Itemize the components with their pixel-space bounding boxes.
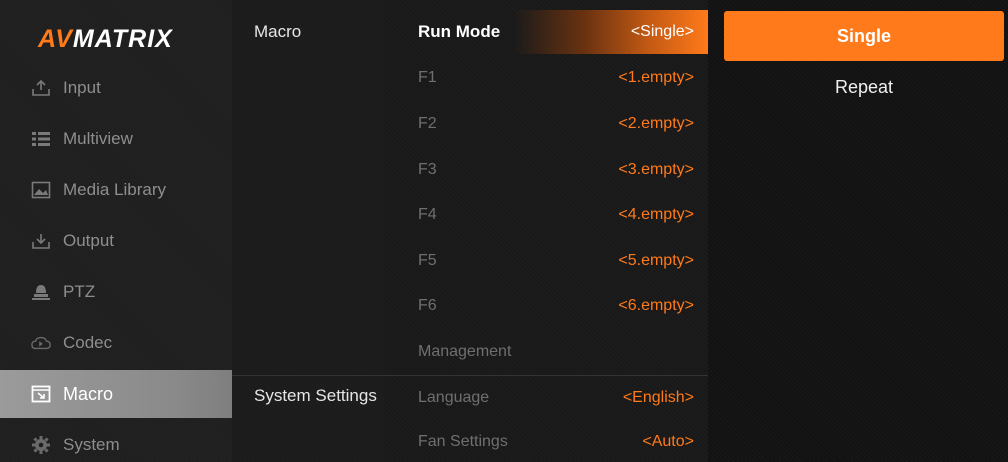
setting-name: F2 (418, 115, 437, 132)
setting-name: F4 (418, 206, 437, 223)
setting-management[interactable]: Management (384, 330, 708, 374)
category-system-settings[interactable]: System Settings (254, 386, 377, 406)
logo-av: AV (38, 24, 73, 53)
sidebar-item-label: Multiview (63, 129, 133, 148)
setting-value: <6.empty> (618, 297, 694, 314)
sidebar-item-ptz[interactable]: PTZ (0, 268, 232, 316)
macro-icon (31, 384, 51, 404)
sidebar-item-label: Codec (63, 333, 113, 352)
setting-value: <3.empty> (618, 161, 694, 178)
setting-name: Management (418, 343, 512, 360)
setting-name: F6 (418, 297, 437, 314)
setting-f1[interactable]: F1 <1.empty> (384, 56, 708, 100)
sidebar-item-media-library[interactable]: Media Library (0, 166, 232, 214)
setting-value: <5.empty> (618, 252, 694, 269)
setting-f3[interactable]: F3 <3.empty> (384, 148, 708, 192)
setting-value: <2.empty> (618, 115, 694, 132)
sidebar-item-label: PTZ (63, 282, 96, 301)
setting-name: F1 (418, 69, 437, 86)
setting-value: <Auto> (642, 433, 694, 450)
sidebar-item-label: System (63, 435, 120, 454)
list-icon (31, 129, 51, 149)
setting-name: F3 (418, 161, 437, 178)
sidebar-item-input[interactable]: Input (0, 64, 232, 112)
camera-icon (31, 282, 51, 302)
setting-f2[interactable]: F2 <2.empty> (384, 102, 708, 146)
setting-value: <4.empty> (618, 206, 694, 223)
setting-name: Language (418, 389, 490, 406)
gear-icon (31, 435, 51, 455)
setting-name: F5 (418, 252, 437, 269)
option-repeat[interactable]: Repeat (724, 62, 1004, 112)
avmatrix-logo: AV MATRIX (38, 24, 173, 54)
sidebar-item-label: Input (63, 78, 101, 97)
setting-run-mode[interactable]: Run Mode <Single> (384, 10, 708, 54)
setting-language[interactable]: Language <English> (384, 376, 708, 420)
cloud-icon (31, 333, 51, 353)
setting-f6[interactable]: F6 <6.empty> (384, 284, 708, 328)
image-icon (31, 180, 51, 200)
sidebar: AV MATRIX Input Multiview Media Library O (0, 0, 247, 462)
sidebar-item-output[interactable]: Output (0, 217, 232, 265)
sidebar-item-label: Media Library (63, 180, 166, 199)
setting-fan-settings[interactable]: Fan Settings <Auto> (384, 420, 708, 462)
setting-value: <1.empty> (618, 69, 694, 86)
setting-name: Run Mode (418, 22, 501, 41)
sidebar-item-multiview[interactable]: Multiview (0, 115, 232, 163)
category-macro[interactable]: Macro (254, 22, 301, 42)
upload-icon (31, 78, 51, 98)
sidebar-item-label: Output (63, 231, 115, 250)
sidebar-item-label: Macro (63, 383, 114, 404)
setting-value: <English> (622, 389, 694, 406)
setting-f5[interactable]: F5 <5.empty> (384, 239, 708, 283)
setting-value: <Single> (630, 23, 694, 40)
sidebar-item-codec[interactable]: Codec (0, 319, 232, 367)
sidebar-item-macro[interactable]: Macro (0, 370, 247, 418)
option-single[interactable]: Single (724, 11, 1004, 61)
setting-name: Fan Settings (418, 433, 508, 450)
logo-matrix: MATRIX (72, 24, 173, 53)
setting-f4[interactable]: F4 <4.empty> (384, 193, 708, 237)
download-icon (31, 231, 51, 251)
sidebar-item-system[interactable]: System (0, 421, 232, 462)
macro-settings-screen: AV MATRIX Input Multiview Media Library O (0, 0, 1008, 462)
